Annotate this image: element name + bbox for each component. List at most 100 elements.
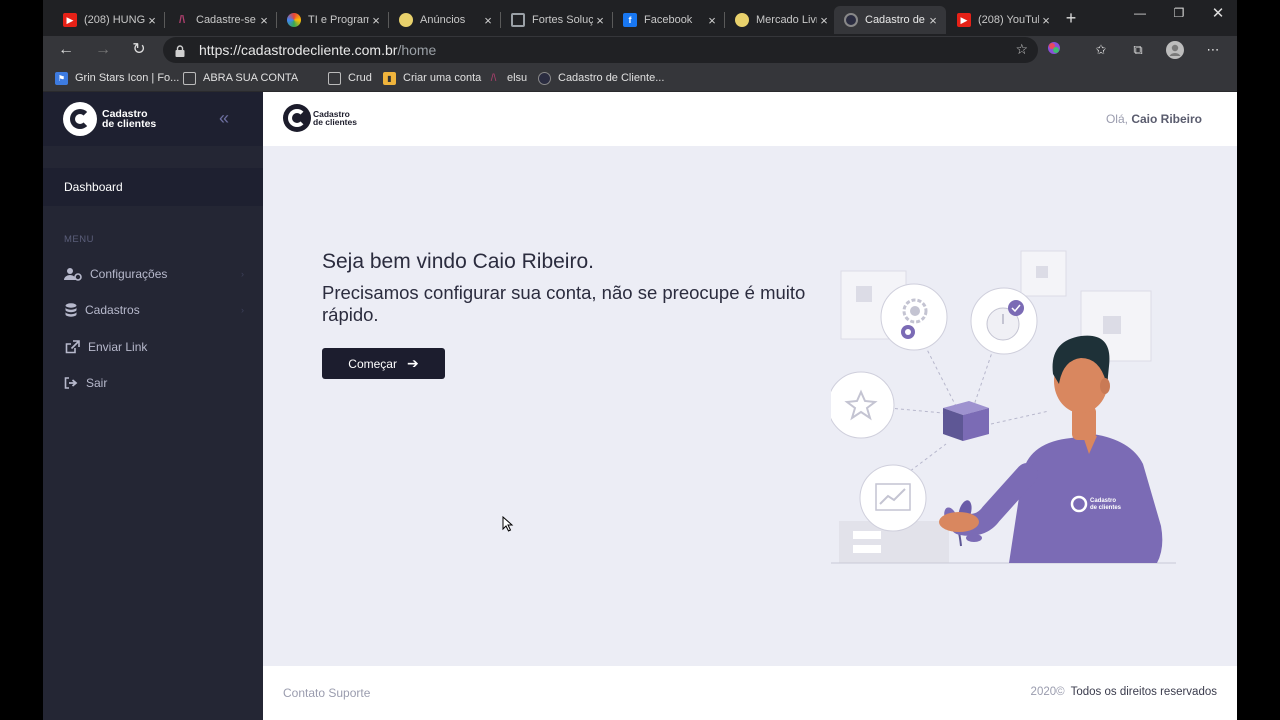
start-button-label: Começar [348, 356, 397, 371]
site-logo-icon [844, 13, 858, 27]
handshake-icon [735, 13, 749, 27]
tab-0[interactable]: ▶ (208) HUNGRIA × [53, 6, 165, 34]
bookmark-3[interactable]: ▮ Criar uma conta [383, 69, 481, 87]
flag-icon: ⚑ [55, 71, 68, 85]
tab-7-active[interactable]: Cadastro de Clientes × [834, 6, 946, 34]
m-logo-icon: /\ [178, 14, 186, 26]
tab-4[interactable]: Fortes Soluções × [501, 6, 613, 34]
close-tab-icon[interactable]: × [257, 13, 271, 28]
profile-avatar-icon[interactable] [1166, 41, 1184, 59]
lock-icon [175, 44, 185, 57]
sidebar-item-label: Enviar Link [88, 340, 148, 354]
new-tab-button[interactable]: + [1061, 8, 1081, 29]
tab-6[interactable]: Mercado Livre × [725, 6, 837, 34]
address-toolbar: ← → ↻ https://cadastrodecliente.com.br/h… [43, 36, 1237, 64]
forward-icon[interactable]: → [92, 39, 114, 61]
restore-icon[interactable]: ❐ [1164, 6, 1194, 20]
close-tab-icon[interactable]: × [145, 13, 159, 28]
m-logo-icon: /\ [490, 72, 497, 84]
bookmark-label: Grin Stars Icon | Fo... [75, 72, 180, 84]
sign-out-icon [64, 376, 78, 390]
bookmark-label: Cadastro de Cliente... [558, 72, 665, 84]
tab-title: Facebook [644, 14, 693, 26]
start-button[interactable]: Começar ➔ [322, 348, 445, 379]
sidebar-brand: Cadastro de clientes « [43, 92, 263, 146]
close-tab-icon[interactable]: × [593, 13, 607, 28]
shirt-logo-text-1: Cadastro [1090, 498, 1116, 504]
back-icon[interactable]: ← [55, 39, 77, 61]
facebook-icon: f [623, 13, 637, 27]
arrow-right-icon: ➔ [406, 355, 419, 371]
logo-mark-icon [283, 104, 311, 132]
close-tab-icon[interactable]: × [926, 13, 940, 28]
close-tab-icon[interactable]: × [369, 13, 383, 28]
bookmark-2[interactable]: Crud [328, 69, 372, 87]
handshake-icon [399, 13, 413, 27]
bookmark-1[interactable]: ABRA SUA CONTA [183, 69, 298, 87]
support-link[interactable]: Contato Suporte [283, 686, 370, 700]
sidebar: Cadastro de clientes « Dashboard MENU Con… [43, 92, 263, 720]
close-window-icon[interactable]: ✕ [1203, 4, 1233, 22]
bookmark-label: ABRA SUA CONTA [203, 72, 299, 84]
external-link-icon [64, 340, 80, 354]
bookmark-label: Criar uma conta [403, 72, 482, 84]
youtube-icon: ▶ [957, 13, 971, 27]
close-tab-icon[interactable]: × [1039, 13, 1053, 28]
favorites-icon[interactable]: ✩ [1092, 41, 1110, 59]
colorful-ring-icon [287, 13, 301, 27]
tab-title: (208) YouTube [978, 14, 1039, 26]
sidebar-item-configuracoes[interactable]: Configurações › [64, 264, 244, 284]
chevron-right-icon: › [241, 269, 244, 279]
shirt-logo-text-2: de clientes [1090, 505, 1122, 511]
database-icon [64, 303, 77, 317]
sidebar-item-enviar-link[interactable]: Enviar Link [64, 337, 244, 357]
bookmark-0[interactable]: ⚑ Grin Stars Icon | Fo... [55, 69, 179, 87]
browser-window: ▶ (208) HUNGRIA × /\ Cadastre-se × TI e … [43, 0, 1237, 720]
site-logo-icon [538, 71, 551, 85]
youtube-icon: ▶ [63, 13, 77, 27]
more-menu-icon[interactable]: ⋯ [1204, 41, 1222, 59]
sidebar-item-label: Cadastros [85, 303, 140, 317]
bookmark-label: Crud [348, 72, 372, 84]
logo-mark-icon [63, 102, 97, 136]
web-page: Cadastro de clientes « Dashboard MENU Con… [43, 92, 1237, 720]
onboarding-illustration: Cadastro de clientes [831, 250, 1176, 564]
sidebar-item-dashboard[interactable]: Dashboard [43, 168, 263, 206]
tab-1[interactable]: /\ Cadastre-se × [165, 6, 277, 34]
bookmark-4[interactable]: /\ elsu [487, 69, 527, 87]
sidebar-item-label: Dashboard [64, 180, 123, 194]
book-icon: ▮ [383, 71, 396, 85]
minimize-icon[interactable]: — [1125, 6, 1155, 20]
tab-8[interactable]: ▶ (208) YouTube × [947, 6, 1059, 34]
tab-title: Cadastro de Clientes [865, 14, 926, 26]
tab-3[interactable]: Anúncios × [389, 6, 501, 34]
tab-title: Anúncios [420, 14, 466, 26]
brand-logo[interactable]: Cadastro de clientes [63, 102, 156, 136]
user-greeting[interactable]: Olá, Caio Ribeiro [1106, 112, 1202, 126]
footer: Contato Suporte 2020© Todos os direitos r… [263, 666, 1237, 720]
reload-icon[interactable]: ↻ [128, 39, 150, 61]
page-icon [328, 71, 341, 85]
header-logo[interactable]: Cadastro de clientes [283, 104, 357, 132]
close-tab-icon[interactable]: × [705, 13, 719, 28]
tab-title: TI e Programação [308, 14, 369, 26]
bookmark-star-icon[interactable]: ☆ [1015, 41, 1028, 58]
tab-2[interactable]: TI e Programação × [277, 6, 389, 34]
sidebar-item-sair[interactable]: Sair [64, 373, 244, 393]
main-content: Seja bem vindo Caio Ribeiro. Precisamos … [263, 146, 1237, 666]
users-cog-icon [64, 267, 82, 281]
bookmarks-bar: ⚑ Grin Stars Icon | Fo... ABRA SUA CONTA… [43, 64, 1237, 92]
tab-strip: ▶ (208) HUNGRIA × /\ Cadastre-se × TI e … [43, 0, 1237, 36]
bookmark-5[interactable]: Cadastro de Cliente... [538, 69, 664, 87]
close-tab-icon[interactable]: × [481, 13, 495, 28]
sidebar-item-cadastros[interactable]: Cadastros › [64, 300, 244, 320]
close-tab-icon[interactable]: × [817, 13, 831, 28]
top-header: Cadastro de clientes Olá, Caio Ribeiro [263, 92, 1237, 146]
collapse-sidebar-icon[interactable]: « [219, 108, 229, 129]
tab-5[interactable]: f Facebook × [613, 6, 725, 34]
address-bar[interactable]: https://cadastrodecliente.com.br/home ☆ [163, 37, 1038, 63]
mouse-cursor-icon [502, 516, 514, 532]
collections-icon[interactable]: ⧉ [1129, 41, 1147, 59]
extension-icon[interactable] [1045, 41, 1063, 59]
tab-title: Cadastre-se [196, 14, 256, 26]
